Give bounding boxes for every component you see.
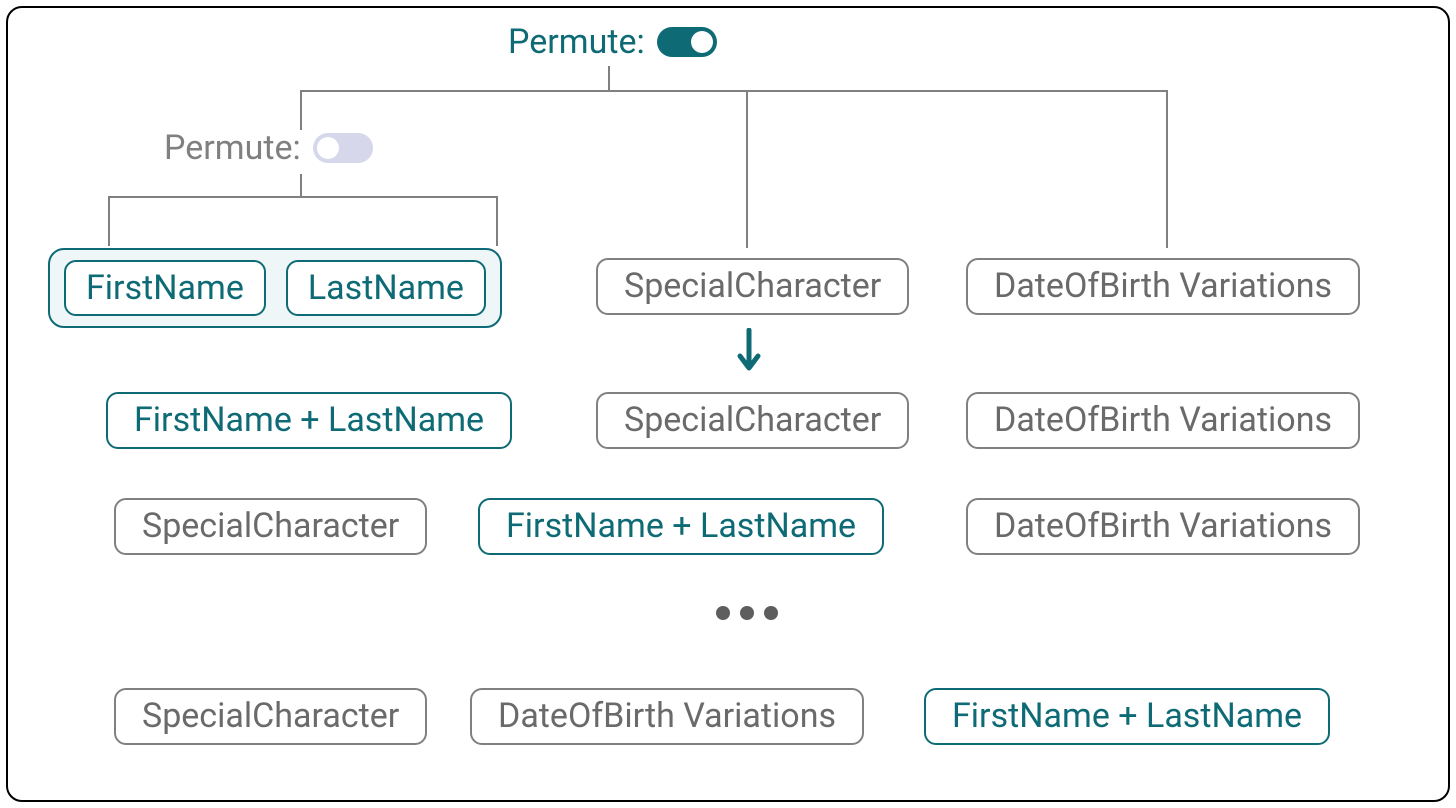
down-arrow-icon xyxy=(736,328,762,384)
connector xyxy=(608,66,610,92)
permute-header-sub: Permute: xyxy=(164,128,373,168)
connector xyxy=(746,90,748,248)
dob-variations-pill: DateOfBirth Variations xyxy=(966,258,1360,315)
row1-c: DateOfBirth Variations xyxy=(966,392,1360,449)
connector xyxy=(108,196,498,198)
connector xyxy=(300,90,1168,92)
connector xyxy=(300,90,302,130)
connector xyxy=(300,174,302,198)
row3-a: SpecialCharacter xyxy=(114,688,427,745)
row2-a: SpecialCharacter xyxy=(114,498,427,555)
row1-b: SpecialCharacter xyxy=(596,392,909,449)
special-character-pill: SpecialCharacter xyxy=(596,258,909,315)
permute-header-top: Permute: xyxy=(508,22,717,62)
row2-b: FirstName + LastName xyxy=(478,498,884,555)
connector xyxy=(496,196,498,246)
last-name-pill: LastName xyxy=(286,260,486,316)
name-group: FirstName LastName xyxy=(48,248,502,328)
permute-label-sub: Permute: xyxy=(164,128,301,168)
row1-a: FirstName + LastName xyxy=(106,392,512,449)
row3-c: FirstName + LastName xyxy=(924,688,1330,745)
ellipsis-icon xyxy=(716,606,778,620)
first-name-pill: FirstName xyxy=(64,260,266,316)
connector xyxy=(1166,90,1168,248)
permute-toggle-sub[interactable] xyxy=(313,133,373,163)
row3-b: DateOfBirth Variations xyxy=(470,688,864,745)
connector xyxy=(108,196,110,246)
diagram-frame: Permute: Permute: FirstName LastName Spe… xyxy=(6,6,1450,802)
row2-c: DateOfBirth Variations xyxy=(966,498,1360,555)
permute-label-top: Permute: xyxy=(508,22,645,62)
permute-toggle-top[interactable] xyxy=(657,27,717,57)
